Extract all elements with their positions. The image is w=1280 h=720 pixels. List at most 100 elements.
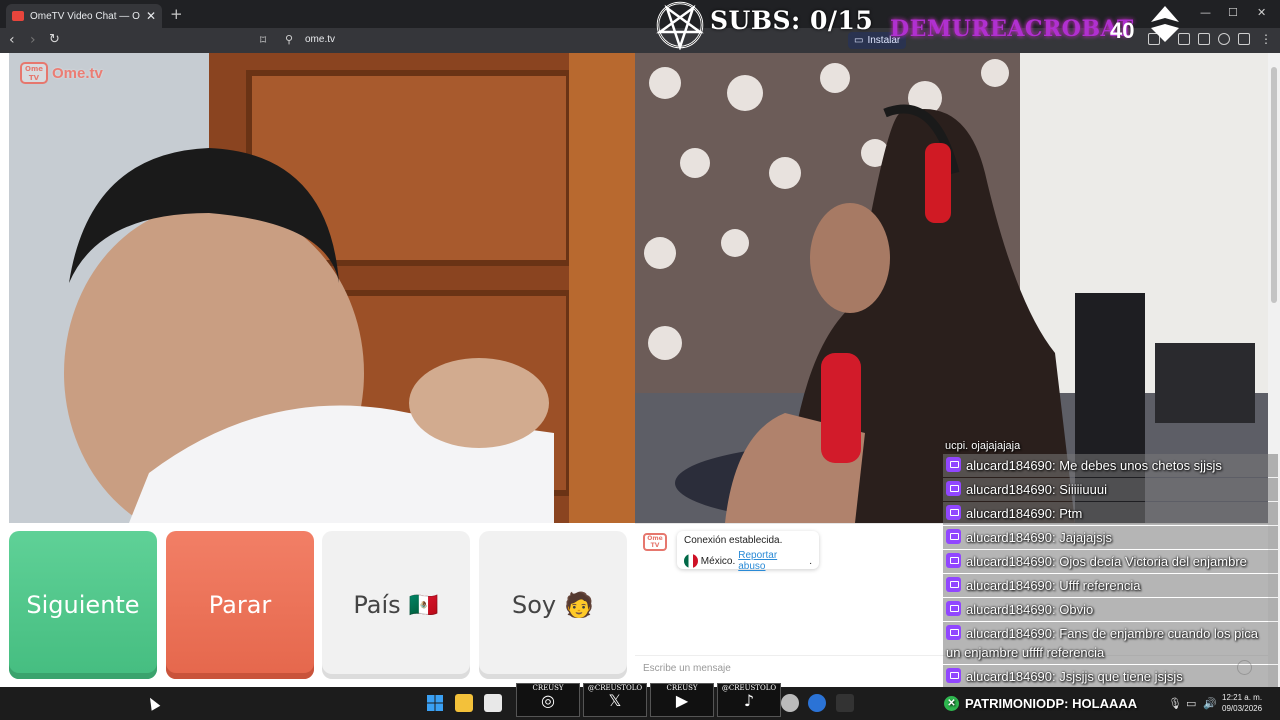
twitch-icon: [946, 481, 961, 496]
country-button-label: País: [353, 591, 401, 619]
monitor-icon: ▭: [854, 35, 864, 46]
pentagram-icon: [656, 1, 704, 50]
gender-button-label: Soy: [511, 591, 557, 619]
chat-message-text: Siiiiiuuui: [1059, 482, 1107, 497]
twitch-icon: [946, 601, 961, 616]
chat-message-text: Ptm: [1059, 506, 1083, 521]
twitch-chat-message: alucard184690: Me debes unos chetos sjjs…: [943, 454, 1278, 477]
store-icon[interactable]: [484, 694, 502, 712]
chat-username: alucard184690: [966, 578, 1053, 593]
person-emoji-icon: 🧑: [564, 591, 594, 619]
report-suffix: .: [809, 555, 812, 567]
chat-highlight: ✕ PATRIMONIODP: HOLAAAA: [944, 696, 1137, 711]
network-icon[interactable]: ▭: [1186, 697, 1196, 710]
subs-goal-text: SUBS: 0/15: [710, 6, 874, 35]
twitch-chat-partial-line: ucpi. ojajajajaja: [945, 440, 1021, 452]
chat-username: alucard184690: [966, 482, 1053, 497]
partner-country-text: México.: [700, 555, 736, 567]
next-button-label: Siguiente: [26, 591, 140, 619]
bookmark-icon[interactable]: ⌑: [260, 33, 266, 47]
epic-games-icon[interactable]: [836, 694, 854, 712]
twitch-icon: [946, 668, 961, 683]
twitch-icon: [946, 505, 961, 520]
twitch-chat-message: alucard184690: Jsjsjjs que tiene jsjsjs: [943, 665, 1278, 688]
twitch-icon: [946, 457, 961, 472]
browser-tab[interactable]: OmeTV Video Chat — Omegle ✕: [6, 4, 162, 28]
app-taskbar-icon[interactable]: [808, 694, 826, 712]
youtube-icon: ▶: [675, 691, 689, 710]
mexico-flag-icon: 🇲🇽: [408, 591, 439, 619]
browser-taskbar-icon[interactable]: [781, 694, 799, 712]
volume-icon[interactable]: 🔊: [1203, 697, 1217, 710]
taskbar-clock[interactable]: 12:21 a. m. 09/03/2026: [1222, 692, 1262, 714]
twitch-icon: [946, 625, 961, 640]
twitch-chat-overlay: ucpi. ojajajajaja alucard184690: Me debe…: [943, 440, 1278, 689]
chat-username: alucard184690: [966, 602, 1053, 617]
menu-dots-icon[interactable]: ⋮: [1260, 32, 1272, 46]
maximize-button[interactable]: ☐: [1228, 6, 1238, 19]
chat-highlight-text: PATRIMONIODP: HOLAAAA: [965, 696, 1138, 711]
tab-title: OmeTV Video Chat — Omegle: [30, 10, 140, 22]
shield-icon[interactable]: [1238, 33, 1250, 45]
microphone-icon[interactable]: 🎙: [1168, 697, 1182, 710]
stop-button[interactable]: Parar: [166, 531, 314, 679]
minimize-button[interactable]: —: [1200, 6, 1211, 19]
youtube-social-card: CREUSY ▶: [650, 683, 714, 717]
tiktok-social-card: @CREUSTOLO ♪: [717, 683, 781, 717]
chat-username: alucard184690: [966, 626, 1053, 641]
streamer-count: 40: [1110, 18, 1135, 43]
chat-username: alucard184690: [966, 530, 1053, 545]
twitch-chat-list: alucard184690: Me debes unos chetos sjjs…: [943, 454, 1278, 688]
twitch-icon: [946, 553, 961, 568]
ometv-tv-icon: Ome TV: [20, 62, 48, 84]
mexico-flag-icon: [684, 554, 698, 568]
twitch-icon: [946, 577, 961, 592]
forward-icon[interactable]: ›: [30, 32, 36, 48]
close-window-button[interactable]: ✕: [1257, 6, 1266, 19]
windows-start-icon[interactable]: [426, 694, 444, 712]
address-input[interactable]: ome.tv: [305, 34, 335, 45]
instagram-icon: ◎: [541, 691, 555, 710]
scrollbar-thumb[interactable]: [1271, 67, 1277, 303]
clock-time: 12:21 a. m.: [1222, 693, 1263, 702]
next-button[interactable]: Siguiente: [9, 531, 157, 679]
twitch-chat-message: alucard184690: Ojos decía Victoria del e…: [943, 550, 1278, 573]
streamer-logo-icon: [1151, 6, 1179, 42]
connection-status-text: Conexión establecida.: [684, 535, 783, 546]
report-abuse-link[interactable]: Reportar abuso: [738, 550, 806, 572]
gender-select-button[interactable]: Soy 🧑: [479, 531, 627, 679]
wallet-icon[interactable]: [1198, 33, 1210, 45]
file-explorer-icon[interactable]: [455, 694, 473, 712]
new-tab-button[interactable]: +: [170, 5, 183, 23]
chat-username: alucard184690: [966, 669, 1053, 684]
system-message: Conexión establecida. México. Reportar a…: [677, 531, 819, 572]
chat-username: alucard184690: [966, 458, 1053, 473]
twitch-icon: [946, 529, 961, 544]
twitch-chat-message: alucard184690: Ptm: [943, 502, 1278, 525]
country-filter-button[interactable]: País 🇲🇽: [322, 531, 470, 679]
x-icon: 𝕏: [608, 691, 622, 710]
partner-video-frame: [9, 53, 635, 523]
back-icon[interactable]: ‹: [9, 32, 15, 48]
twitch-chat-message: alucard184690: Siiiiiuuui: [943, 478, 1278, 501]
x-social-card: @CREUSTOLO 𝕏: [583, 683, 647, 717]
xbox-badge-icon: ✕: [944, 696, 959, 711]
site-info-icon[interactable]: ⚲: [285, 33, 293, 46]
ometv-brand-text: Ome.tv: [52, 64, 103, 82]
copilot-icon[interactable]: [1218, 33, 1230, 45]
partner-video: [9, 53, 635, 523]
chat-message-text: Obvio: [1059, 602, 1094, 617]
twitch-chat-message: alucard184690: Ufff referencia: [943, 574, 1278, 597]
ometv-system-icon: Ome TV: [643, 533, 667, 551]
tab-close-icon[interactable]: ✕: [146, 9, 156, 23]
twitch-chat-message: alucard184690: Jajajajsjs: [943, 526, 1278, 549]
twitch-chat-message: alucard184690: Obvio: [943, 598, 1278, 621]
tiktok-icon: ♪: [743, 691, 755, 710]
ometv-logo[interactable]: Ome TV Ome.tv: [20, 62, 103, 84]
reload-icon[interactable]: ↻: [49, 32, 60, 47]
chat-message-text: Jajajajsjs: [1059, 530, 1113, 545]
chat-username: alucard184690: [966, 554, 1053, 569]
streamer-name: DEMUREACROBAT: [890, 16, 1134, 42]
clock-date: 09/03/2026: [1222, 704, 1263, 713]
chat-message-text: Ufff referencia: [1059, 578, 1141, 593]
